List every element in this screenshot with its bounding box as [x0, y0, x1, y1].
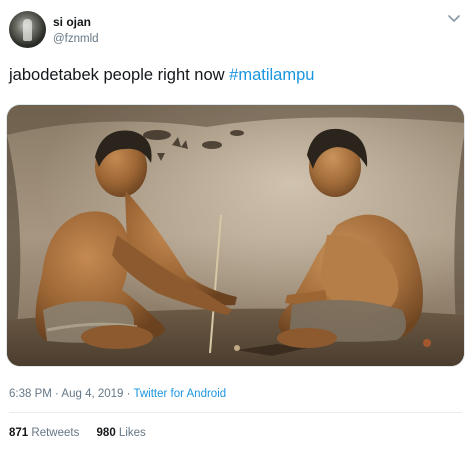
tweet-stats: 871 Retweets 980 Likes	[9, 426, 146, 440]
tweet-body: jabodetabek people right now	[9, 66, 230, 84]
retweets-stat[interactable]: 871 Retweets	[9, 427, 79, 439]
tweet-text: jabodetabek people right now #matilampu	[9, 64, 314, 86]
user-handle[interactable]: @fznmld	[53, 32, 99, 46]
tweet-image[interactable]	[6, 104, 465, 367]
avatar[interactable]	[9, 11, 46, 48]
tweet-time[interactable]: 6:38 PM	[9, 388, 52, 400]
hashtag-link[interactable]: #matilampu	[229, 66, 314, 84]
retweets-label: Retweets	[31, 427, 80, 439]
meta-separator: ·	[51, 388, 62, 400]
avatar-figure	[23, 19, 32, 41]
tweet-meta: 6:38 PM · Aug 4, 2019 · Twitter for Andr…	[9, 387, 226, 401]
likes-label: Likes	[118, 427, 146, 439]
tweet-date[interactable]: Aug 4, 2019	[61, 388, 123, 400]
meta-separator: ·	[123, 388, 134, 400]
tweet-source-link[interactable]: Twitter for Android	[133, 388, 226, 400]
display-name[interactable]: si ojan	[53, 15, 91, 29]
divider	[9, 412, 462, 413]
likes-stat[interactable]: 980 Likes	[97, 427, 146, 439]
likes-count: 980	[96, 427, 116, 439]
chevron-down-icon[interactable]	[447, 13, 461, 25]
retweets-count: 871	[9, 427, 29, 439]
